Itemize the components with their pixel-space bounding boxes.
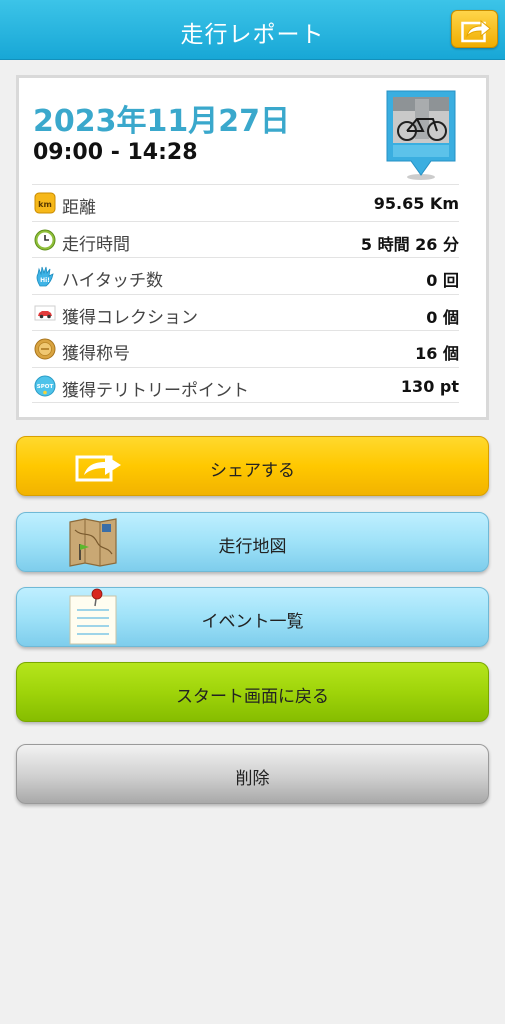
stat-row-hi-touch: Hi! ハイタッチ数 0 回: [32, 257, 459, 294]
report-time-range: 09:00 - 14:28: [33, 140, 198, 165]
spot-icon-text: SPOT: [37, 384, 54, 390]
back-to-start-button[interactable]: スタート画面に戻る: [16, 662, 489, 722]
share-button-label: シェアする: [210, 461, 295, 481]
stat-value: 95.65 Km: [373, 194, 459, 213]
report-date: 2023年11月27日: [33, 104, 290, 139]
stat-value: 0 個: [426, 307, 459, 327]
share-arrow-icon: [461, 19, 491, 43]
km-icon: km: [34, 192, 56, 214]
app-header: 走行レポート: [0, 0, 505, 60]
stat-row-collection: 獲得コレクション 0 個: [32, 293, 459, 331]
ride-map-button-label: 走行地図: [218, 537, 287, 557]
bicycle-photo-pin-icon[interactable]: [385, 89, 457, 181]
spot-icon: SPOT: [34, 375, 56, 396]
share-button[interactable]: シェアする: [16, 436, 489, 496]
report-card: 2023年11月27日 09:00 - 14:28 km 距離 95.65 Km: [16, 75, 489, 420]
km-icon-text: km: [38, 200, 52, 209]
ride-map-button[interactable]: 走行地図: [16, 512, 489, 572]
back-to-start-button-label: スタート画面に戻る: [176, 687, 329, 707]
stat-label: 獲得テリトリーポイント: [62, 380, 249, 401]
stat-value: 16 個: [415, 344, 459, 363]
hi-touch-hand-icon: Hi!: [36, 266, 54, 287]
header-share-button[interactable]: [451, 10, 498, 48]
event-list-button[interactable]: イベント一覧: [16, 587, 489, 647]
stat-value: 5 時間 26 分: [360, 234, 459, 254]
clock-icon: [34, 229, 56, 250]
stat-label: ハイタッチ数: [62, 271, 163, 291]
delete-button[interactable]: 削除: [16, 744, 489, 804]
stat-label: 距離: [62, 198, 96, 218]
hi-icon-text: Hi!: [40, 277, 50, 284]
delete-button-label: 削除: [235, 769, 270, 789]
stat-value: 0 回: [426, 271, 459, 290]
stat-value: 130 pt: [400, 376, 459, 396]
stat-row-titles: 獲得称号 16 個: [32, 330, 459, 367]
medal-icon: [34, 338, 56, 360]
stat-label: 獲得称号: [62, 344, 130, 364]
stat-label: 走行時間: [62, 234, 130, 255]
event-list-button-label: イベント一覧: [201, 612, 304, 632]
stat-label: 獲得コレクション: [62, 307, 198, 328]
car-collection-icon: [34, 305, 56, 320]
stats-list: km 距離 95.65 Km 走行時間 5 時間 26 分 Hi! ハイタッチ数…: [32, 184, 459, 403]
stat-row-distance: km 距離 95.65 Km: [32, 184, 459, 221]
stat-row-ride-time: 走行時間 5 時間 26 分: [32, 220, 459, 258]
page-title: 走行レポート: [180, 22, 325, 48]
stat-row-territory-points: SPOT 獲得テリトリーポイント 130 pt: [32, 366, 459, 403]
